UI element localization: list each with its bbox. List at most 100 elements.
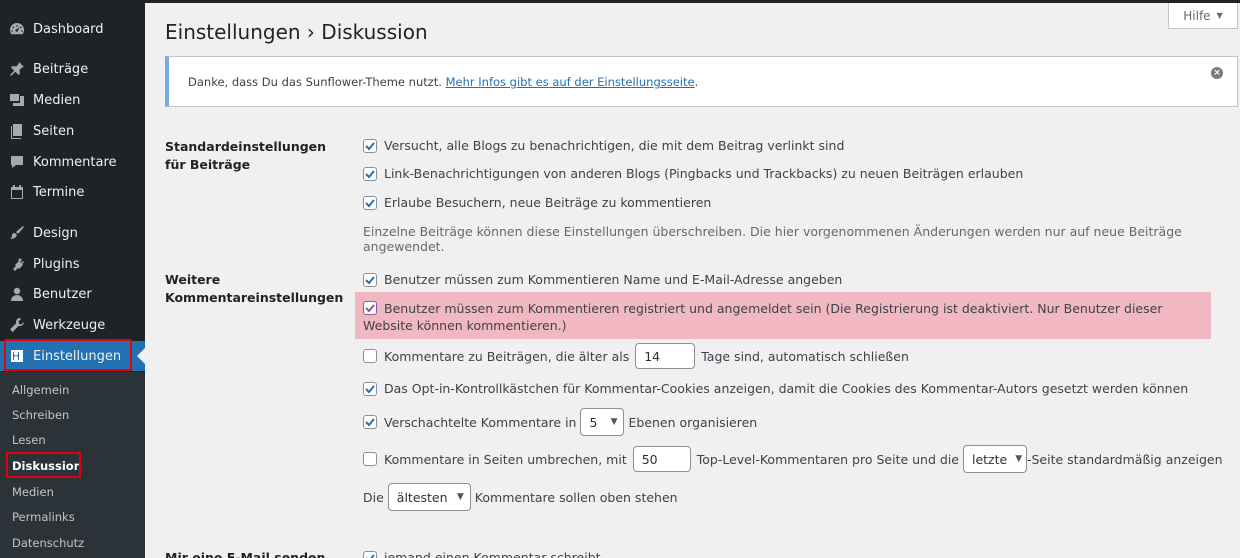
checkbox-checked[interactable] bbox=[363, 301, 377, 315]
checkbox-label-suffix: -Seite standardmäßig anzeigen bbox=[1026, 451, 1223, 467]
menu-label: Plugins bbox=[33, 256, 80, 272]
checkbox-row-require-registration[interactable]: Benutzer müssen zum Kommentieren registr… bbox=[363, 300, 1203, 334]
menu-label: Design bbox=[33, 225, 78, 241]
menu-item-seiten[interactable]: Seiten bbox=[0, 116, 145, 146]
checkbox-checked[interactable] bbox=[363, 415, 377, 429]
menu-item-medien[interactable]: Medien bbox=[0, 85, 145, 115]
checkbox-checked[interactable] bbox=[363, 381, 377, 396]
submenu-item-datenschutz[interactable]: Datenschutz bbox=[12, 536, 84, 550]
chevron-down-icon: ▼ bbox=[456, 492, 464, 502]
menu-label: Termine bbox=[33, 184, 85, 200]
menu-item-design[interactable]: Design bbox=[0, 218, 145, 248]
checkbox-label: jemand einen Kommentar schreibt bbox=[384, 550, 601, 558]
menu-label: Beiträge bbox=[33, 61, 89, 77]
checkbox-label-suffix: Ebenen organisieren bbox=[628, 414, 758, 430]
checkbox-row-pingback[interactable]: Versucht, alle Blogs zu benachrichtigen,… bbox=[363, 138, 844, 153]
checkbox-checked[interactable] bbox=[363, 550, 377, 558]
default-comments-page-select[interactable]: letzte ▼ bbox=[962, 445, 1027, 473]
section-description: Einzelne Beiträge können diese Einstellu… bbox=[363, 224, 1182, 254]
checkbox-label: Das Opt-in-Kontrollkästchen für Kommenta… bbox=[384, 381, 1189, 396]
comment-order-select[interactable]: ältesten ▼ bbox=[387, 483, 471, 511]
submenu-item-lesen[interactable]: Lesen bbox=[12, 433, 46, 447]
menu-label: Medien bbox=[33, 92, 81, 108]
annotation-box-diskussion bbox=[6, 452, 81, 478]
page-title: Einstellungen › Diskussion bbox=[165, 20, 428, 44]
checkbox-label: Verschachtelte Kommentare in bbox=[384, 414, 577, 430]
theme-notice: Danke, dass Du das Sunflower-Theme nutzt… bbox=[165, 56, 1238, 107]
section-heading-default-post-settings: Standardeinstellungen für Beiträge bbox=[165, 139, 327, 172]
help-button[interactable]: Hilfe ▼ bbox=[1168, 3, 1238, 29]
pin-icon bbox=[9, 61, 25, 77]
select-value: ältesten bbox=[396, 489, 448, 505]
caret-down-icon: ▼ bbox=[1216, 11, 1223, 20]
checkbox-label-middle: Top-Level-Kommentaren pro Seite und die bbox=[696, 451, 959, 467]
active-menu-arrow bbox=[137, 348, 145, 364]
checkbox-row-paginate-comments[interactable]: Kommentare in Seiten umbrechen, mit 50 T… bbox=[363, 445, 1223, 473]
checkbox-row-link-notifications[interactable]: Link-Benachrichtigungen von anderen Blog… bbox=[363, 166, 1023, 181]
user-icon bbox=[9, 286, 25, 302]
menu-item-werkzeuge[interactable]: Werkzeuge bbox=[0, 310, 145, 340]
checkbox-checked[interactable] bbox=[363, 195, 377, 210]
brush-icon bbox=[9, 225, 25, 241]
checkbox-label: Kommentare in Seiten umbrechen, mit bbox=[384, 451, 627, 467]
menu-item-beitraege[interactable]: Beiträge bbox=[0, 54, 145, 84]
wrench-icon bbox=[9, 317, 25, 333]
checkbox-row-email-new-comment[interactable]: jemand einen Kommentar schreibt bbox=[363, 550, 601, 558]
plugin-icon bbox=[9, 256, 25, 272]
checkbox-checked[interactable] bbox=[363, 138, 377, 153]
checkbox-checked[interactable] bbox=[363, 166, 377, 181]
section-heading-other-comment-settings: Weitere Kommentareinstellungen bbox=[165, 272, 344, 305]
checkbox-row-threaded-comments[interactable]: Verschachtelte Kommentare in 5 ▼ Ebenen o… bbox=[363, 408, 757, 436]
checkbox-row-cookies-opt-in[interactable]: Das Opt-in-Kontrollkästchen für Kommenta… bbox=[363, 381, 1188, 396]
menu-item-kommentare[interactable]: Kommentare bbox=[0, 147, 145, 177]
help-label: Hilfe bbox=[1183, 8, 1211, 23]
dismiss-icon[interactable]: × bbox=[1211, 67, 1223, 79]
checkbox-label: Kommentare zu Beiträgen, die älter als bbox=[384, 348, 630, 364]
checkbox-row-allow-comments[interactable]: Erlaube Besuchern, neue Beiträge zu komm… bbox=[363, 195, 711, 210]
annotation-box-einstellungen bbox=[4, 339, 132, 371]
notice-period: . bbox=[694, 75, 699, 89]
menu-label: Dashboard bbox=[33, 21, 104, 37]
checkbox-unchecked[interactable] bbox=[363, 452, 377, 466]
menu-item-termine[interactable]: Termine bbox=[0, 177, 145, 207]
checkbox-row-require-name-email[interactable]: Benutzer müssen zum Kommentieren Name un… bbox=[363, 272, 842, 287]
comment-order-row: Die ältesten ▼ Kommentare sollen oben ste… bbox=[363, 483, 678, 511]
notice-text: Danke, dass Du das Sunflower-Theme nutzt… bbox=[188, 75, 698, 89]
submenu-item-permalinks[interactable]: Permalinks bbox=[12, 510, 75, 524]
checkbox-label: Erlaube Besuchern, neue Beiträge zu komm… bbox=[384, 195, 712, 210]
checkbox-label: Benutzer müssen zum Kommentieren Name un… bbox=[384, 272, 843, 287]
chevron-down-icon: ▼ bbox=[1015, 454, 1023, 464]
menu-label: Werkzeuge bbox=[33, 317, 106, 333]
submenu-item-schreiben[interactable]: Schreiben bbox=[12, 408, 69, 422]
close-comments-days-input[interactable]: 14 bbox=[635, 343, 696, 369]
comments-per-page-input[interactable]: 50 bbox=[632, 446, 691, 472]
checkbox-checked[interactable] bbox=[363, 272, 377, 287]
select-value: letzte bbox=[971, 451, 1008, 467]
checkbox-label-suffix: Tage sind, automatisch schließen bbox=[701, 348, 909, 364]
menu-label: Kommentare bbox=[33, 154, 117, 170]
menu-item-benutzer[interactable]: Benutzer bbox=[0, 279, 145, 309]
order-label: Die bbox=[363, 489, 384, 505]
calendar-icon bbox=[9, 184, 25, 200]
media-icon bbox=[9, 92, 25, 108]
thread-depth-select[interactable]: 5 ▼ bbox=[580, 408, 625, 436]
order-label-suffix: Kommentare sollen oben stehen bbox=[474, 489, 678, 505]
submenu-item-medien[interactable]: Medien bbox=[12, 485, 54, 499]
checkbox-label: Link-Benachrichtigungen von anderen Blog… bbox=[384, 166, 1024, 181]
comment-icon bbox=[9, 154, 25, 170]
menu-item-dashboard[interactable]: Dashboard bbox=[0, 14, 145, 44]
notice-message: Danke, dass Du das Sunflower-Theme nutzt… bbox=[188, 75, 446, 89]
menu-item-plugins[interactable]: Plugins bbox=[0, 249, 145, 279]
pages-icon bbox=[9, 123, 25, 139]
dashboard-icon bbox=[9, 21, 25, 37]
admin-bar bbox=[145, 0, 1240, 3]
submenu-item-allgemein[interactable]: Allgemein bbox=[12, 383, 69, 397]
checkbox-row-close-comments[interactable]: Kommentare zu Beiträgen, die älter als 1… bbox=[363, 343, 909, 369]
checkbox-label: Benutzer müssen zum Kommentieren registr… bbox=[363, 301, 1163, 333]
section-heading-email-me: Mir eine E-Mail senden, wenn bbox=[165, 550, 331, 558]
checkbox-label: Versucht, alle Blogs zu benachrichtigen,… bbox=[384, 138, 845, 153]
select-value: 5 bbox=[589, 414, 598, 430]
checkbox-unchecked[interactable] bbox=[363, 349, 377, 363]
notice-settings-link[interactable]: Mehr Infos gibt es auf der Einstellungss… bbox=[446, 75, 695, 89]
menu-label: Benutzer bbox=[33, 286, 92, 302]
